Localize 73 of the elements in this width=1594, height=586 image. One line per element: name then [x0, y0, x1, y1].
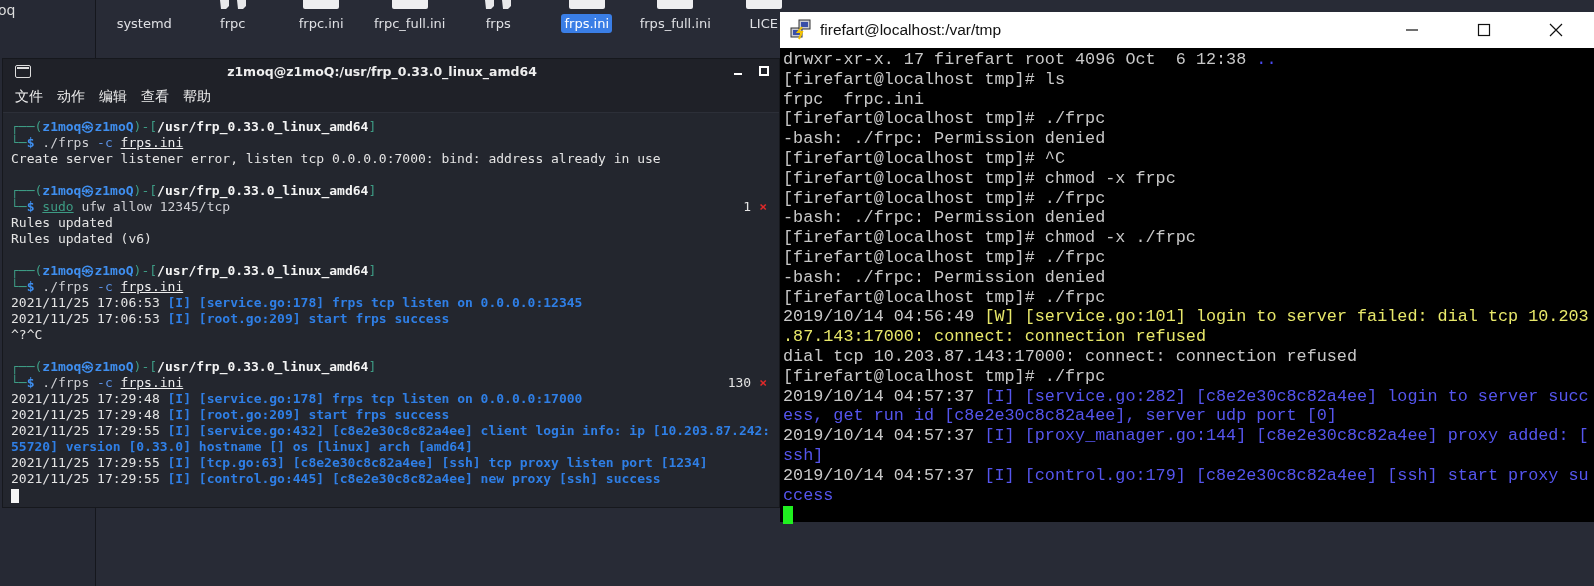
command-line: └─$ sudo ufw allow 12345/tcp [11, 199, 231, 215]
output-line: ssh] [783, 445, 824, 466]
output-line: ^?^C [11, 327, 43, 343]
error-mark: × [759, 375, 767, 391]
output-line: [firefart@localhost tmp]# ./frpc [783, 366, 1106, 387]
output-line: Rules updated [11, 215, 113, 231]
output-line: [firefart@localhost tmp]# ./frpc [783, 109, 1106, 130]
output-line: [firefart@localhost tmp]# chmod -x ./frpc [783, 228, 1196, 248]
output-line: [firefart@localhost tmp]# ^C [783, 149, 1065, 169]
menu-item[interactable]: 编辑 [95, 86, 131, 108]
prompt-line: ┌──(z1moq㉿z1moQ)-[/usr/frp_0.33.0_linux_amd64] [11, 119, 377, 135]
output-line: [firefart@localhost tmp]# ./frpc [783, 247, 1106, 268]
file-name[interactable]: LICE [746, 14, 781, 33]
output-line: .87.143:17000: connect: connection refused [783, 327, 1206, 347]
command-line: └─$ ./frps -c frps.ini [11, 375, 184, 391]
output-line: 2021/11/25 17:29:55 [I] [service.go:432] [c8e2e30c8c82a4ee] client login info: ip [10.203.87.242: [11, 423, 771, 439]
output-line: 55720] version [0.33.0] hostname [] os [linux] arch [amd64] [11, 439, 473, 455]
file-icon[interactable] [391, 0, 428, 9]
output-line: 2021/11/25 17:06:53 [I] [service.go:178] frps tcp listen on 0.0.0.0:12345 [11, 295, 583, 311]
output-line: -bash: ./frpc: Permission denied [783, 129, 1106, 149]
output-line: 2021/11/25 17:06:53 [I] [root.go:209] start frps success [11, 311, 450, 327]
menu-item[interactable]: 查看 [137, 86, 173, 108]
output-line: drwxr-xr-x. 17 firefart root 4096 Oct 6 12:38 .. [783, 50, 1277, 70]
prompt-line: ┌──(z1moq㉿z1moQ)-[/usr/frp_0.33.0_linux_amd64] [11, 263, 377, 279]
output-line: 2021/11/25 17:29:48 [I] [service.go:178] frps tcp listen on 0.0.0.0:17000 [11, 391, 583, 407]
output-line: 2021/11/25 17:29:55 [I] [tcp.go:63] [c8e2e30c8c82a4ee] [ssh] tcp proxy listen port [1234] [11, 455, 708, 471]
command-line: └─$ ./frps -c frps.ini [11, 279, 184, 295]
output-line: [firefart@localhost tmp]# ls [783, 69, 1065, 90]
output-line: dial tcp 10.203.87.143:17000: connect: connection refused [783, 346, 1357, 367]
file-name[interactable]: frps_full.ini [636, 14, 714, 33]
prompt-line: ┌──(z1moq㉿z1moQ)-[/usr/frp_0.33.0_linux_amd64] [11, 359, 377, 375]
error-mark: × [759, 199, 767, 215]
file-name[interactable]: frpc.ini [295, 14, 347, 33]
menu-item[interactable]: 文件 [11, 86, 47, 108]
terminal-icon [15, 64, 31, 78]
output-line: 2019/10/14 04:56:49 [W] [service.go:101] login to server failed: dial tcp 10.203 [783, 307, 1589, 328]
file-icon[interactable] [303, 0, 340, 9]
file-name[interactable]: frps [482, 14, 514, 33]
computers-icon [790, 19, 812, 41]
exit-code: 1 [743, 199, 752, 215]
output-line: 2019/10/14 04:57:37 [I] [proxy_manager.go:144] [c8e2e30c8c82a4ee] proxy added: [ [783, 426, 1589, 446]
file-icon[interactable] [568, 0, 605, 9]
text-cursor [11, 489, 19, 503]
file-icon[interactable] [657, 0, 694, 9]
output-line: ess, get run id [c8e2e30c8c82a4ee], server udp port [0] [783, 406, 1337, 427]
output-line: frpc frpc.ini [783, 89, 924, 110]
window-title: z1moq@z1moQ:/usr/frp_0.33.0_linux_amd64 [226, 63, 538, 79]
output-line: -bash: ./frpc: Permission denied [783, 267, 1106, 288]
output-line: 2019/10/14 04:57:37 [I] [control.go:179] [c8e2e30c8c82a4ee] [ssh] start proxy su [783, 465, 1589, 486]
output-line: [firefart@localhost tmp]# chmod -x frpc [783, 168, 1176, 189]
output-line: 2021/11/25 17:29:48 [I] [root.go:209] start frps success [11, 407, 450, 423]
command-line: └─$ ./frps -c frps.ini [11, 135, 184, 151]
text-cursor [783, 506, 793, 525]
file-name[interactable]: frpc [217, 14, 249, 33]
output-line: [firefart@localhost tmp]# ./frpc [783, 287, 1106, 308]
output-line: Rules updated (v6) [11, 231, 152, 247]
file-name[interactable]: frpc_full.ini [371, 14, 449, 33]
maximize-icon[interactable] [1476, 22, 1492, 38]
file-icon[interactable] [745, 0, 782, 9]
output-line: 2019/10/14 04:57:37 [I] [service.go:282] [c8e2e30c8c82a4ee] login to server succ [783, 386, 1589, 407]
menu-item[interactable]: 帮助 [179, 86, 215, 108]
file-name[interactable]: frps.ini [561, 14, 612, 33]
output-line: [firefart@localhost tmp]# ./frpc [783, 188, 1106, 209]
output-line: -bash: ./frpc: Permission denied [783, 208, 1106, 229]
exit-code: 130 [727, 375, 752, 391]
output-line: Create server listener error, listen tcp 0.0.0.0:7000: bind: address already in use [11, 151, 661, 167]
window-title: firefart@localhost:/var/tmp [820, 21, 1003, 39]
menu-item[interactable]: 动作 [53, 86, 89, 108]
output-line: ccess [783, 485, 834, 506]
close-icon[interactable] [1548, 22, 1564, 38]
output-line: 2021/11/25 17:29:55 [I] [control.go:445] [c8e2e30c8c82a4ee] new proxy [ssh] success [11, 471, 661, 487]
prompt-line: ┌──(z1moq㉿z1moQ)-[/usr/frp_0.33.0_linux_amd64] [11, 183, 377, 199]
file-name[interactable]: systemd [113, 14, 175, 33]
